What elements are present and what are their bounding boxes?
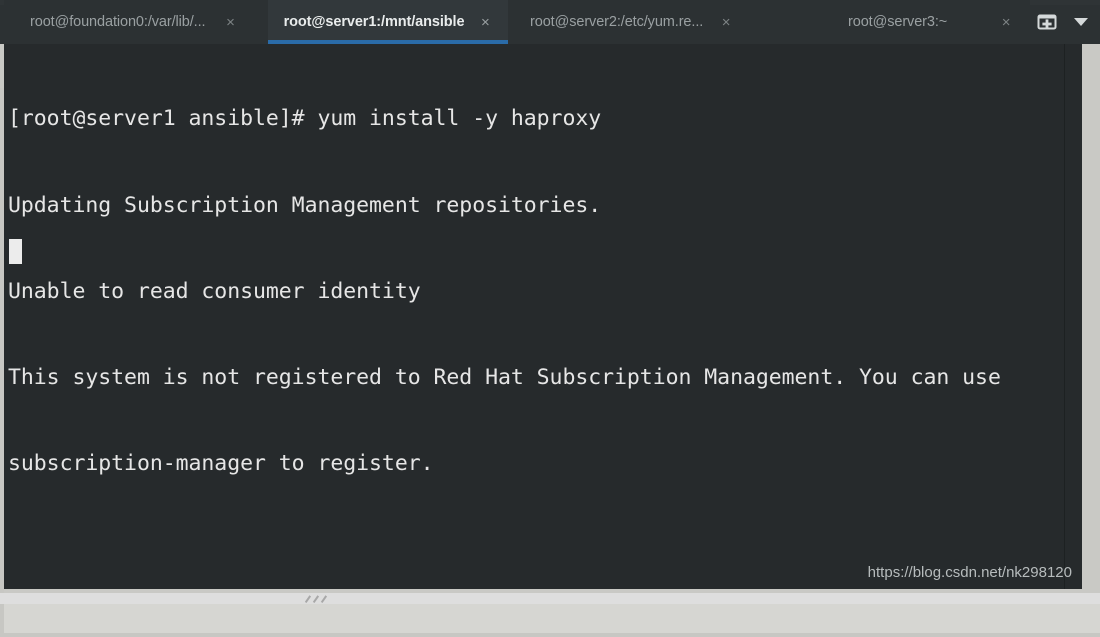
terminal-frame: [root@server1 ansible]# yum install -y h…	[0, 44, 1100, 637]
tab-bar-actions	[1030, 0, 1100, 44]
terminal-line: Unable to read consumer identity	[8, 278, 421, 304]
close-icon[interactable]: ×	[223, 15, 237, 30]
terminal-line: subscription-manager to register.	[8, 450, 434, 476]
tab-bar: root@foundation0:/var/lib/... × root@ser…	[0, 0, 1100, 44]
close-icon[interactable]: ×	[719, 15, 733, 30]
terminal-line: This system is not registered to Red Hat…	[8, 364, 1001, 390]
terminal-screen[interactable]: [root@server1 ansible]# yum install -y h…	[4, 44, 1082, 589]
terminal-line: [root@server1 ansible]# yum install -y h…	[8, 106, 602, 132]
tab-root-foundation0[interactable]: root@foundation0:/var/lib/... ×	[4, 0, 268, 44]
terminal-output: [root@server1 ansible]# yum install -y h…	[8, 48, 1001, 536]
resize-grip-icon[interactable]	[305, 595, 331, 603]
close-icon[interactable]: ×	[999, 15, 1013, 30]
window-statusbar	[0, 593, 1100, 604]
tab-title: root@foundation0:/var/lib/...	[30, 14, 206, 30]
terminal-cursor	[9, 239, 22, 264]
terminal-window: root@foundation0:/var/lib/... × root@ser…	[0, 0, 1100, 637]
tab-title: root@server1:/mnt/ansible	[283, 14, 465, 30]
close-icon[interactable]: ×	[478, 15, 492, 30]
chevron-down-icon[interactable]	[1072, 13, 1090, 31]
tab-title: root@server2:/etc/yum.re...	[530, 14, 704, 30]
tab-title: root@server3:~	[848, 14, 948, 30]
watermark: https://blog.csdn.net/nk298120	[867, 564, 1072, 581]
new-tab-icon[interactable]	[1036, 11, 1058, 33]
tab-root-server3[interactable]: root@server3:~ ×	[770, 0, 1030, 44]
tab-root-server2[interactable]: root@server2:/etc/yum.re... ×	[508, 0, 770, 44]
window-bottom-border	[0, 633, 1100, 637]
terminal-scrollbar[interactable]	[1064, 44, 1082, 589]
terminal-line: Updating Subscription Management reposit…	[8, 192, 602, 218]
tab-root-server1[interactable]: root@server1:/mnt/ansible ×	[268, 0, 508, 44]
